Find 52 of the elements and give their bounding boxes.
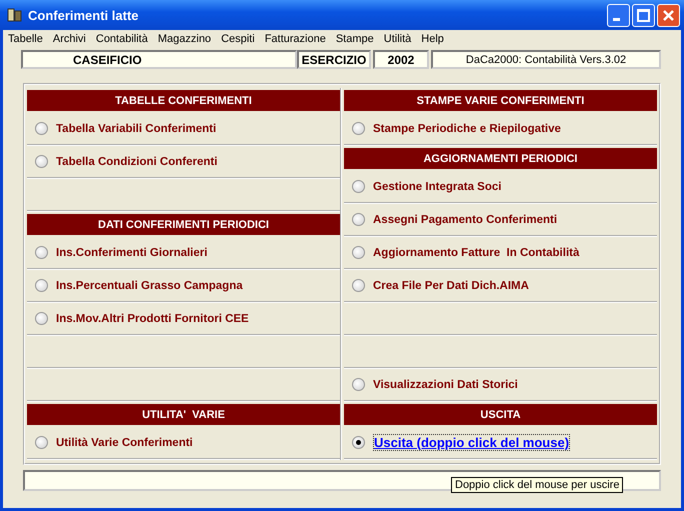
window-title: Conferimenti latte (28, 8, 139, 22)
menu-item[interactable]: Magazzino (158, 33, 212, 45)
radio-button[interactable] (352, 122, 365, 135)
section-header: USCITA (344, 404, 657, 425)
radio-button[interactable] (35, 436, 48, 449)
app-icon (7, 7, 23, 23)
option-label[interactable]: Gestione Integrata Soci (373, 180, 502, 192)
section-header: UTILITA' VARIE (27, 404, 340, 425)
menu-item[interactable]: Contabilità (96, 33, 148, 45)
version-field: DaCa2000: Contabilità Vers.3.02 (431, 50, 661, 69)
menu-item[interactable]: Cespiti (221, 33, 255, 45)
section-header: TABELLE CONFERIMENTI (27, 90, 340, 111)
section-header: STAMPE VARIE CONFERIMENTI (344, 90, 657, 111)
menu-item[interactable]: Utilità (384, 33, 412, 45)
minimize-icon (613, 18, 620, 20)
year-label: ESERCIZIO (297, 50, 371, 69)
radio-button[interactable] (35, 122, 48, 135)
option-label[interactable]: Ins.Percentuali Grasso Campagna (56, 280, 243, 292)
option-label[interactable]: Stampe Periodiche e Riepilogative (373, 122, 561, 134)
option-label[interactable]: Tabella Condizioni Conferenti (56, 156, 218, 168)
menu-item[interactable]: Stampe (336, 33, 374, 45)
radio-button[interactable] (352, 436, 365, 449)
option-label[interactable]: Utilità Varie Conferimenti (56, 436, 193, 448)
radio-button[interactable] (35, 246, 48, 259)
option-label[interactable]: Assegni Pagamento Conferimenti (373, 214, 558, 226)
radio-button[interactable] (352, 279, 365, 292)
section-header: AGGIORNAMENTI PERIODICI (344, 148, 657, 169)
maximize-button[interactable] (632, 4, 655, 26)
menu-item[interactable]: Tabelle (8, 33, 43, 45)
option-label[interactable]: Aggiornamento Fatture In Contabilità (373, 246, 580, 258)
option-label[interactable]: Ins.Conferimenti Giornalieri (56, 246, 208, 258)
radio-button[interactable] (35, 312, 48, 325)
minimize-button[interactable] (607, 4, 630, 26)
radio-button[interactable] (35, 155, 48, 168)
menu-item[interactable]: Help (421, 33, 444, 45)
option-label[interactable]: Tabella Variabili Conferimenti (56, 122, 216, 134)
year-field: 2002 (373, 50, 429, 69)
exit-link[interactable]: Uscita (doppio click del mouse) (373, 434, 570, 451)
menu-item[interactable]: Archivi (52, 33, 86, 45)
radio-button[interactable] (352, 213, 365, 226)
radio-button[interactable] (352, 180, 365, 193)
radio-button[interactable] (352, 378, 365, 391)
option-label[interactable]: Visualizzazioni Dati Storici (373, 378, 518, 390)
radio-button[interactable] (35, 279, 48, 292)
radio-button[interactable] (352, 246, 365, 259)
company-field: CASEIFICIO (21, 50, 297, 69)
menu-item[interactable]: Fatturazione (264, 33, 326, 45)
close-button[interactable] (657, 4, 680, 26)
option-label[interactable]: Ins.Mov.Altri Prodotti Fornitori CEE (56, 312, 249, 324)
section-header: DATI CONFERIMENTI PERIODICI (27, 214, 340, 235)
tooltip: Doppio click del mouse per uscire (451, 477, 624, 493)
option-label[interactable]: Crea File Per Dati Dich.AIMA (373, 280, 529, 292)
